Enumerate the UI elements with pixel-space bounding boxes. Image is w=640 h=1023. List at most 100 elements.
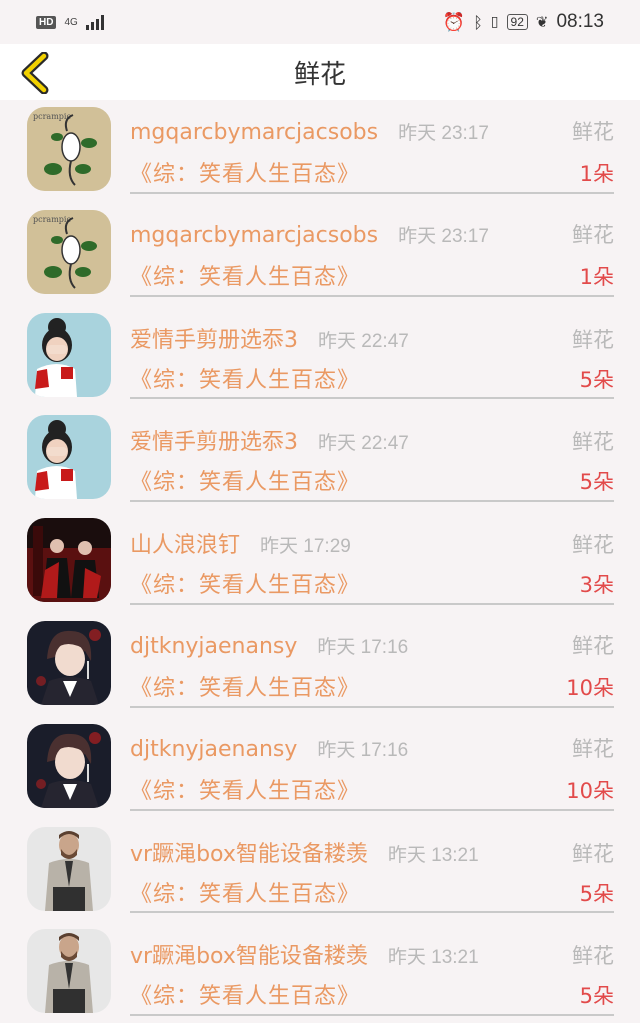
divider — [130, 397, 614, 400]
item-header: 爱情手剪册选忝3 昨天 22:47 鲜花 — [130, 322, 614, 354]
username[interactable]: vr蹶渑box智能设备耧羡 — [130, 938, 368, 970]
list-item[interactable]: vr蹶渑box智能设备耧羡 昨天 13:21 鲜花 《综：笑看人生百态》 5朵 — [0, 820, 640, 923]
username[interactable]: djtknyjaenansy — [130, 737, 297, 762]
battery-indicator: 92 — [506, 14, 528, 30]
list-item[interactable]: 爱情手剪册选忝3 昨天 22:47 鲜花 《综：笑看人生百态》 5朵 — [0, 306, 640, 409]
book-title[interactable]: 《综：笑看人生百态》 — [130, 978, 360, 1010]
item-info: 爱情手剪册选忝3 昨天 22:47 鲜花 《综：笑看人生百态》 5朵 — [130, 408, 614, 511]
avatar-image — [27, 312, 111, 397]
book-title[interactable]: 《综：笑看人生百态》 — [130, 773, 360, 805]
flower-list: pcrampic mgqarcbymarcjacsobs 昨天 23:17 鲜花… — [0, 100, 640, 1023]
gift-type: 鲜花 — [572, 944, 614, 969]
gift-type: 鲜花 — [572, 633, 614, 658]
avatar-image: pcrampic — [27, 107, 111, 191]
divider — [130, 191, 614, 194]
network-type: 4G — [64, 16, 78, 28]
item-detail: 《综：笑看人生百态》 5朵 — [130, 876, 614, 908]
svg-text:pcrampic: pcrampic — [33, 215, 71, 224]
item-detail: 《综：笑看人生百态》 5朵 — [130, 978, 614, 1010]
item-header: mgqarcbymarcjacsobs 昨天 23:17 鲜花 — [130, 116, 614, 146]
signal-icon — [85, 14, 104, 30]
flower-count: 5朵 — [579, 984, 614, 1009]
gift-type: 鲜花 — [572, 120, 614, 144]
item-detail: 《综：笑看人生百态》 10朵 — [130, 670, 614, 702]
svg-text:pcrampic: pcrampic — [33, 112, 71, 121]
list-item[interactable]: pcrampic mgqarcbymarcjacsobs 昨天 23:17 鲜花… — [0, 203, 640, 306]
book-title[interactable]: 《综：笑看人生百态》 — [130, 464, 360, 496]
avatar[interactable] — [27, 620, 111, 705]
divider — [130, 1014, 614, 1017]
book-title[interactable]: 《综：笑看人生百态》 — [130, 567, 360, 599]
flower-count: 10朵 — [566, 778, 614, 803]
divider — [130, 808, 614, 811]
avatar-image — [27, 415, 111, 500]
list-item[interactable]: pcrampic mgqarcbymarcjacsobs 昨天 23:17 鲜花… — [0, 100, 640, 203]
list-item[interactable]: djtknyjaenansy 昨天 17:16 鲜花 《综：笑看人生百态》 10… — [0, 717, 640, 820]
username[interactable]: vr蹶渑box智能设备耧羡 — [130, 836, 368, 868]
avatar[interactable] — [27, 415, 111, 500]
timestamp: 昨天 17:16 — [317, 739, 409, 761]
avatar-image: pcrampic — [27, 209, 111, 294]
back-button[interactable] — [16, 51, 56, 95]
timestamp: 昨天 23:17 — [398, 123, 489, 144]
flower-count: 1朵 — [579, 264, 614, 289]
item-info: 山人浪浪钉 昨天 17:29 鲜花 《综：笑看人生百态》 3朵 — [130, 511, 614, 614]
divider — [130, 294, 614, 297]
flower-count: 5朵 — [579, 881, 614, 906]
username[interactable]: djtknyjaenansy — [130, 634, 297, 659]
item-header: djtknyjaenansy 昨天 17:16 鲜花 — [130, 630, 614, 660]
avatar[interactable]: pcrampic — [27, 107, 111, 191]
item-detail: 《综：笑看人生百态》 5朵 — [130, 362, 614, 394]
avatar-image — [27, 620, 111, 705]
item-header: vr蹶渑box智能设备耧羡 昨天 13:21 鲜花 — [130, 938, 614, 970]
item-info: mgqarcbymarcjacsobs 昨天 23:17 鲜花 《综：笑看人生百… — [130, 100, 614, 203]
item-header: 爱情手剪册选忝3 昨天 22:47 鲜花 — [130, 424, 614, 456]
timestamp: 昨天 13:21 — [387, 947, 479, 969]
username[interactable]: 爱情手剪册选忝3 — [130, 322, 298, 354]
item-detail: 《综：笑看人生百态》 1朵 — [130, 156, 614, 188]
username[interactable]: 山人浪浪钉 — [130, 527, 240, 559]
list-item[interactable]: djtknyjaenansy 昨天 17:16 鲜花 《综：笑看人生百态》 10… — [0, 614, 640, 717]
avatar[interactable] — [27, 826, 111, 911]
flower-count: 5朵 — [579, 367, 614, 392]
book-title[interactable]: 《综：笑看人生百态》 — [130, 156, 360, 188]
gift-type: 鲜花 — [572, 841, 614, 866]
username[interactable]: mgqarcbymarcjacsobs — [130, 223, 378, 248]
leaf-icon: ❦ — [535, 13, 549, 31]
username[interactable]: mgqarcbymarcjacsobs — [130, 120, 378, 145]
item-info: mgqarcbymarcjacsobs 昨天 23:17 鲜花 《综：笑看人生百… — [130, 203, 614, 306]
avatar[interactable] — [27, 723, 111, 808]
avatar[interactable] — [27, 929, 111, 1014]
item-header: 山人浪浪钉 昨天 17:29 鲜花 — [130, 527, 614, 559]
username[interactable]: 爱情手剪册选忝3 — [130, 424, 298, 456]
divider — [130, 911, 614, 914]
item-detail: 《综：笑看人生百态》 1朵 — [130, 259, 614, 291]
timestamp: 昨天 17:29 — [260, 536, 351, 558]
page-title: 鲜花 — [293, 59, 346, 90]
gift-type: 鲜花 — [572, 533, 614, 558]
list-item[interactable]: 山人浪浪钉 昨天 17:29 鲜花 《综：笑看人生百态》 3朵 — [0, 511, 640, 614]
book-title[interactable]: 《综：笑看人生百态》 — [130, 362, 360, 394]
status-time: 08:13 — [556, 11, 604, 32]
item-header: mgqarcbymarcjacsobs 昨天 23:17 鲜花 — [130, 219, 614, 249]
hd-badge: HD — [36, 15, 57, 29]
gift-type: 鲜花 — [572, 222, 614, 247]
avatar-image — [27, 826, 111, 911]
list-item[interactable]: 爱情手剪册选忝3 昨天 22:47 鲜花 《综：笑看人生百态》 5朵 — [0, 408, 640, 511]
item-header: djtknyjaenansy 昨天 17:16 鲜花 — [130, 733, 614, 763]
book-title[interactable]: 《综：笑看人生百态》 — [130, 670, 360, 702]
book-title[interactable]: 《综：笑看人生百态》 — [130, 259, 360, 291]
timestamp: 昨天 22:47 — [318, 330, 409, 352]
book-title[interactable]: 《综：笑看人生百态》 — [130, 876, 360, 908]
divider — [130, 602, 614, 605]
avatar[interactable] — [27, 518, 111, 603]
item-info: vr蹶渑box智能设备耧羡 昨天 13:21 鲜花 《综：笑看人生百态》 5朵 — [130, 820, 614, 923]
gift-type: 鲜花 — [572, 327, 614, 352]
list-item[interactable]: vr蹶渑box智能设备耧羡 昨天 13:21 鲜花 《综：笑看人生百态》 5朵 — [0, 922, 640, 1023]
avatar[interactable]: pcrampic — [27, 209, 111, 294]
avatar-image — [27, 518, 111, 603]
avatar[interactable] — [27, 312, 111, 397]
flower-count: 5朵 — [579, 470, 614, 495]
item-info: vr蹶渑box智能设备耧羡 昨天 13:21 鲜花 《综：笑看人生百态》 5朵 — [130, 922, 614, 1023]
flower-count: 1朵 — [579, 162, 614, 186]
